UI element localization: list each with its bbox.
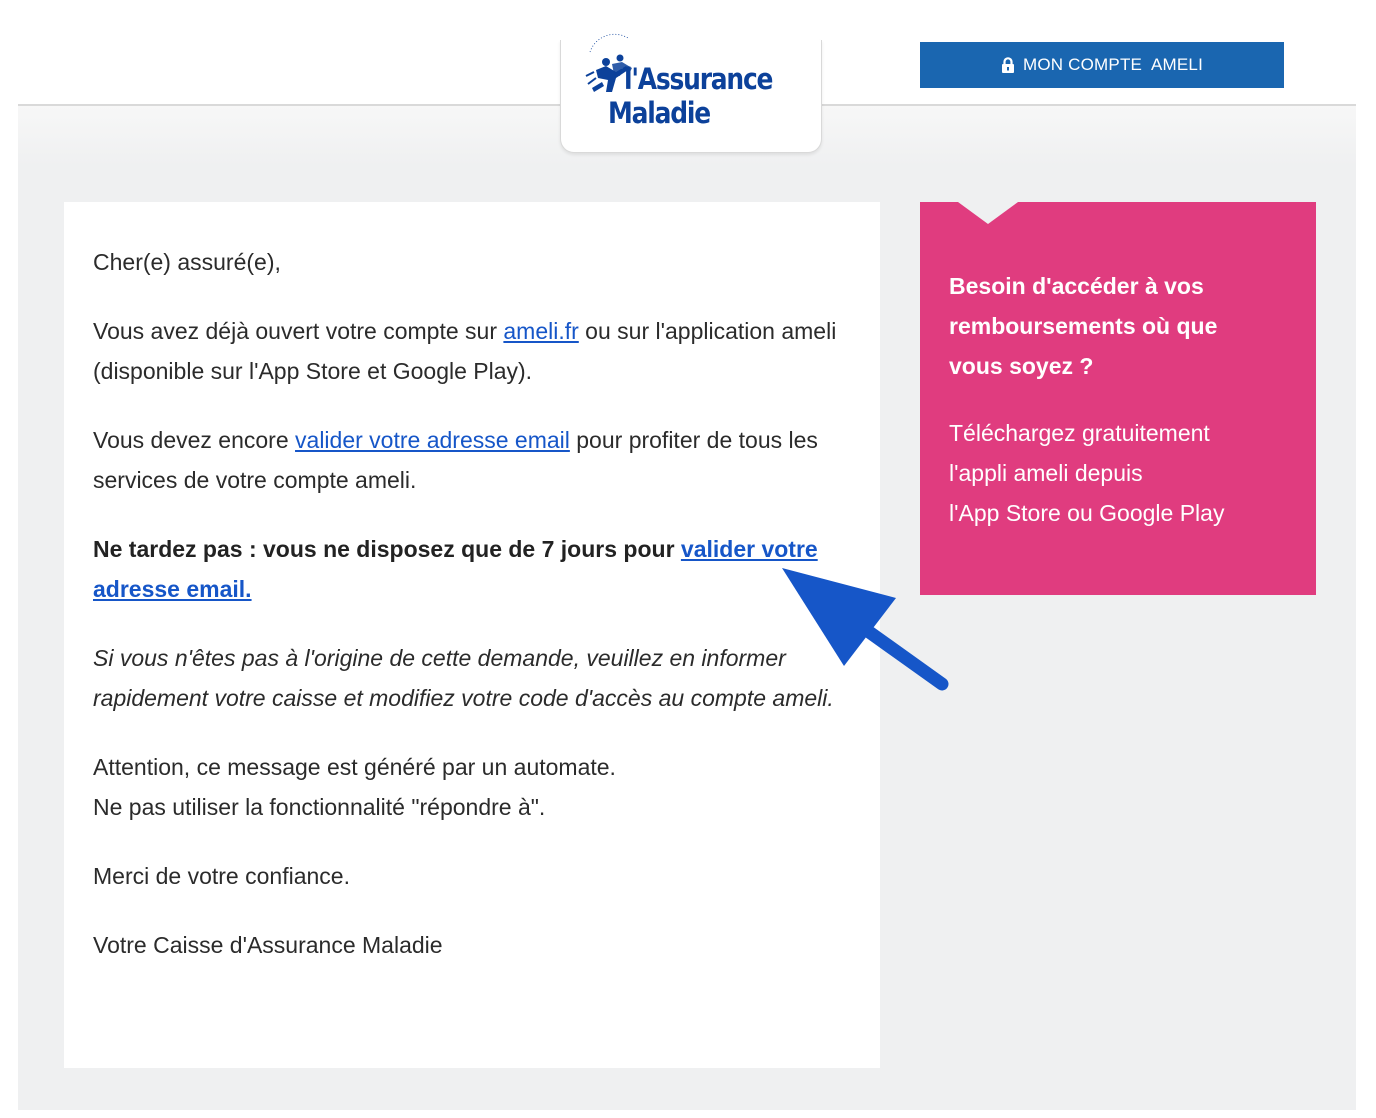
paragraph-automated-notice: Attention, ce message est généré par un … (93, 754, 616, 820)
arrow-icon (782, 568, 949, 691)
ameli-link[interactable]: ameli.fr (503, 318, 578, 344)
validate-email-link[interactable]: valider votre adresse email (295, 427, 570, 453)
promo-notch (958, 202, 1018, 224)
mon-compte-ameli-label: MON COMPTE AMELI (1022, 55, 1204, 74)
paragraph-warning: Si vous n'êtes pas à l'origine de cette … (93, 645, 834, 711)
paragraph-account-opened: Vous avez déjà ouvert votre compte sur a… (93, 318, 837, 384)
logo-title-line2: Maladie (608, 96, 711, 130)
logo-title-line1: l'Assurance (624, 62, 773, 96)
promo-body: Téléchargez gratuitement l'appli ameli d… (949, 420, 1225, 526)
assurance-maladie-logo: l'Assurance Maladie (576, 28, 816, 138)
promo-title: Besoin d'accéder à vos remboursements où… (949, 273, 1218, 379)
email-page: l'Assurance Maladie MON COMPTE AMELI Che… (0, 0, 1376, 1118)
app-promo-box: Besoin d'accéder à vos remboursements où… (920, 202, 1316, 595)
paragraph-deadline: Ne tardez pas : vous ne disposez que de … (93, 536, 818, 602)
signature: Votre Caisse d'Assurance Maladie (93, 932, 443, 958)
mon-compte-ameli-button[interactable]: MON COMPTE AMELI (920, 42, 1284, 88)
paragraph-thanks: Merci de votre confiance. (93, 863, 350, 889)
greeting: Cher(e) assuré(e), (93, 249, 281, 275)
paragraph-validate-email: Vous devez encore valider votre adresse … (93, 427, 818, 493)
email-text: Cher(e) assuré(e), Vous avez déjà ouvert… (93, 242, 863, 994)
email-body-card: Cher(e) assuré(e), Vous avez déjà ouvert… (64, 202, 880, 1068)
lock-icon (1001, 56, 1014, 73)
